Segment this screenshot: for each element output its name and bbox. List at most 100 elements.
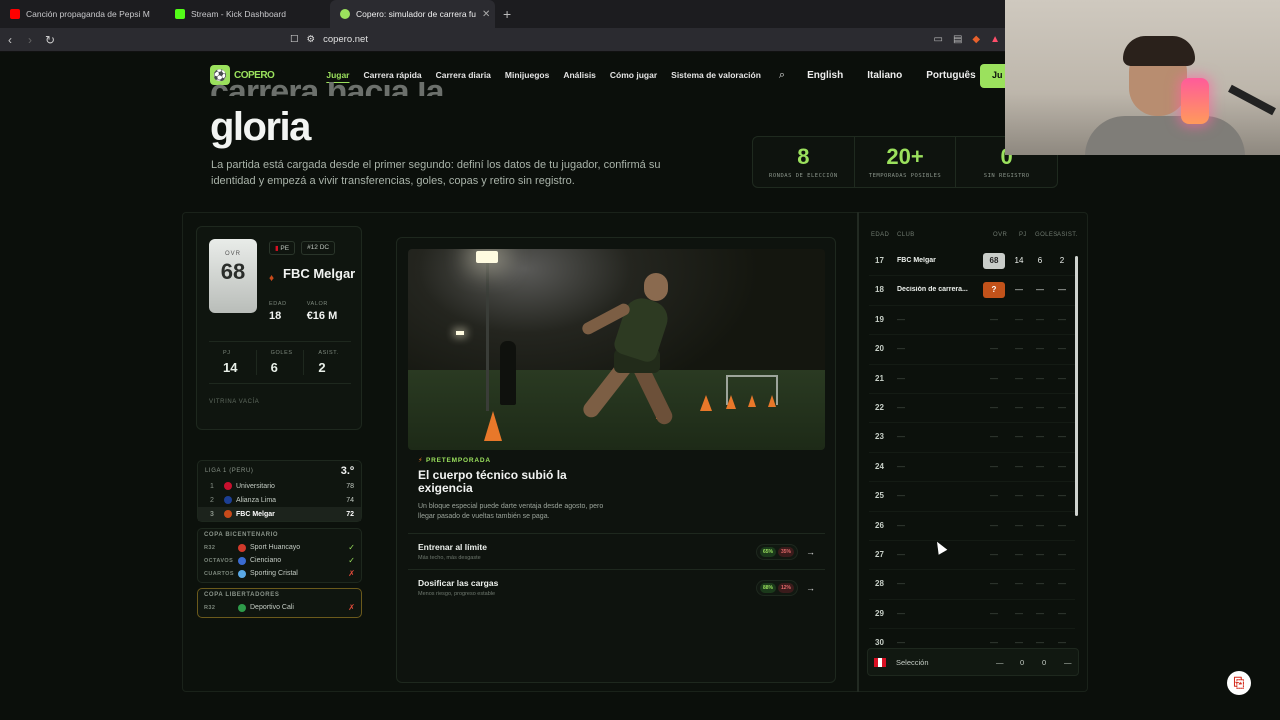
search-icon[interactable]: ⌕ bbox=[779, 69, 785, 82]
cup-libertadores: COPA LIBERTADORES R32 Deportivo Cali ✗ bbox=[197, 588, 362, 618]
career-club: — bbox=[897, 638, 905, 648]
career-scrollbar[interactable] bbox=[1075, 256, 1078, 516]
nav-analisis[interactable]: Análisis bbox=[563, 70, 596, 80]
stat-label: SIN REGISTRO bbox=[983, 173, 1030, 179]
career-row[interactable]: 18 Decisión de carrera...? — — — bbox=[869, 276, 1075, 306]
forward-icon[interactable]: › bbox=[20, 33, 40, 47]
career-pj: — bbox=[1015, 579, 1023, 589]
career-pj: — bbox=[1015, 549, 1023, 559]
browser-tab[interactable]: Canción propaganda de Pepsi M bbox=[0, 0, 165, 28]
lang-italiano[interactable]: Italiano bbox=[867, 70, 902, 81]
nav-carrera-rapida[interactable]: Carrera rápida bbox=[364, 70, 422, 80]
seleccion-ovr: — bbox=[996, 658, 1004, 667]
career-age: 17 bbox=[875, 256, 884, 265]
cup-row: OCTAVOS Cienciano ✓ bbox=[204, 554, 355, 567]
tab-title: Stream - Kick Dashboard bbox=[191, 9, 286, 19]
nav-como-jugar[interactable]: Cómo jugar bbox=[610, 70, 657, 80]
team-crest-icon bbox=[238, 569, 246, 578]
cup-round: R32 bbox=[204, 604, 216, 611]
team-name: Sporting Cristal bbox=[250, 570, 298, 577]
rank: 1 bbox=[210, 482, 214, 490]
option-dosificar-las-cargas[interactable]: Dosificar las cargas Menos riesgo, progr… bbox=[408, 569, 825, 605]
team-name: Cienciano bbox=[250, 557, 282, 564]
browser-tab[interactable]: Stream - Kick Dashboard bbox=[165, 0, 330, 28]
streamer-shirt bbox=[1085, 116, 1245, 155]
nav-jugar[interactable]: Jugar bbox=[326, 70, 349, 80]
career-row: 21 — — — — — bbox=[869, 365, 1075, 394]
cast-icon[interactable]: ▭ bbox=[933, 34, 942, 45]
pdf-extension-icon[interactable]: ⎘ bbox=[1227, 671, 1251, 695]
col-edad: EDAD bbox=[871, 232, 890, 238]
site-info-icon[interactable]: ⚙ bbox=[307, 34, 316, 45]
new-tab-icon[interactable]: + bbox=[495, 6, 519, 22]
nav-sistema-valoracion[interactable]: Sistema de valoración bbox=[671, 70, 761, 80]
career-asist: — bbox=[1058, 314, 1066, 324]
career-goles: — bbox=[1036, 461, 1044, 471]
risk-odds: 35% bbox=[777, 546, 794, 557]
training-cone bbox=[768, 395, 776, 407]
career-row: 26 — — — — — bbox=[869, 512, 1075, 541]
career-age: 21 bbox=[875, 373, 884, 383]
league-row: 1 Universitario 78 bbox=[198, 479, 361, 493]
reader-icon[interactable]: ▤ bbox=[953, 34, 962, 45]
career-goles: — bbox=[1036, 520, 1044, 530]
career-asist: — bbox=[1058, 491, 1066, 501]
team-crest-icon bbox=[224, 496, 232, 504]
rewards-icon[interactable]: ▲ bbox=[990, 34, 1000, 45]
career-age: 22 bbox=[875, 402, 884, 412]
lang-portugues[interactable]: Português bbox=[926, 70, 975, 81]
career-age: 27 bbox=[875, 549, 884, 559]
team-name: Alianza Lima bbox=[236, 496, 277, 504]
career-goles: — bbox=[1036, 373, 1044, 383]
assists-stat: ASIST. 2 bbox=[304, 350, 351, 375]
bookmark-icon[interactable]: ☐ bbox=[290, 34, 299, 45]
odds-pills: 65% 35% bbox=[755, 543, 798, 560]
career-row: 27— — — — — bbox=[869, 541, 1075, 571]
team-crest-icon bbox=[224, 482, 232, 490]
training-cone bbox=[484, 411, 502, 441]
career-goles: — bbox=[1036, 608, 1044, 618]
hero-title-partial: carrera hacia la bbox=[210, 82, 444, 96]
reload-icon[interactable]: ↻ bbox=[40, 33, 60, 47]
career-asist: — bbox=[1058, 638, 1066, 648]
rank: 3 bbox=[210, 510, 214, 518]
career-asist: — bbox=[1058, 402, 1066, 412]
success-odds: 65% bbox=[759, 546, 776, 557]
cup-row: R32 Sport Huancayo ✓ bbox=[204, 541, 355, 554]
national-team-row[interactable]: Selección — 0 0 — bbox=[867, 648, 1079, 676]
cross-icon: ✗ bbox=[348, 603, 355, 612]
brave-shield-icon[interactable]: ◆ bbox=[972, 34, 980, 45]
close-tab-icon[interactable]: ✕ bbox=[482, 9, 490, 20]
career-row[interactable]: 17 FBC Melgar 68 14 6 2 bbox=[869, 247, 1075, 277]
career-age: 24 bbox=[875, 461, 884, 471]
option-title: Entrenar al límite bbox=[418, 542, 487, 552]
logo-text: COPERO bbox=[234, 69, 275, 81]
success-odds: 88% bbox=[759, 582, 776, 593]
url-field[interactable]: copero.net bbox=[323, 34, 368, 45]
nav-minijuegos[interactable]: Minijuegos bbox=[505, 70, 549, 80]
career-row: 22 — — — — — bbox=[869, 394, 1075, 424]
option-entrenar-al-limite[interactable]: Entrenar al límite Más techo, más desgas… bbox=[408, 533, 825, 569]
stat-rounds: 8 RONDAS DE ELECCIÓN bbox=[753, 137, 855, 187]
club-shield-icon: ♦ bbox=[269, 273, 275, 284]
stat-number: 20+ bbox=[886, 144, 924, 169]
career-goles: — bbox=[1036, 314, 1044, 324]
col-goles: GOLES bbox=[1035, 232, 1058, 238]
career-goles: — bbox=[1036, 285, 1044, 295]
back-icon[interactable]: ‹ bbox=[0, 33, 20, 47]
career-pj: — bbox=[1015, 285, 1023, 295]
career-row: 23 — — — — — bbox=[869, 423, 1075, 453]
career-club: — bbox=[897, 314, 905, 324]
nav-carrera-diaria[interactable]: Carrera diaria bbox=[436, 70, 491, 80]
option-title: Dosificar las cargas bbox=[418, 578, 499, 588]
career-table: EDAD CLUB OVR PJ GOLES ASIST. 17 FBC Melg… bbox=[857, 212, 1088, 692]
stat-number: 8 bbox=[797, 144, 810, 169]
browser-tab-active[interactable]: Copero: simulador de carrera fu ✕ bbox=[330, 0, 495, 28]
cup-title: COPA BICENTENARIO bbox=[204, 532, 279, 538]
career-club: FBC Melgar bbox=[897, 257, 936, 264]
team-name: Deportivo Cali bbox=[250, 604, 294, 611]
lang-english[interactable]: English bbox=[807, 70, 843, 81]
career-age: 25 bbox=[875, 491, 884, 501]
career-pj: 14 bbox=[1014, 256, 1024, 265]
career-pj: — bbox=[1015, 608, 1023, 618]
